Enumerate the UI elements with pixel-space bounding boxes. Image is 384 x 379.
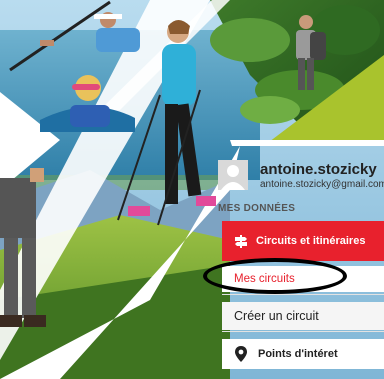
map-pin-icon bbox=[234, 346, 248, 362]
divider bbox=[222, 331, 384, 332]
section-label-mes-donnees: MES DONNÉES bbox=[218, 203, 296, 214]
menu-item-label: Circuits et itinéraires bbox=[256, 235, 366, 247]
submenu-item-label: Créer un circuit bbox=[234, 309, 319, 323]
avatar[interactable] bbox=[218, 160, 248, 190]
username: antoine.stozicky bbox=[260, 161, 377, 178]
menu-item-label: Points d'intéret bbox=[258, 348, 338, 360]
submenu-item-creer-circuit[interactable]: Créer un circuit bbox=[222, 302, 384, 330]
signpost-icon bbox=[234, 234, 248, 248]
user-placeholder-icon bbox=[218, 160, 248, 190]
menu-item-circuits-itineraires[interactable]: Circuits et itinéraires bbox=[222, 221, 384, 261]
user-email: antoine.stozicky@gmail.com bbox=[260, 179, 384, 190]
divider bbox=[222, 294, 384, 295]
highlight-annotation-ellipse bbox=[203, 258, 347, 294]
user-profile: antoine.stozicky antoine.stozicky@gmail.… bbox=[218, 160, 384, 200]
menu-item-points-interet[interactable]: Points d'intéret bbox=[222, 339, 384, 369]
